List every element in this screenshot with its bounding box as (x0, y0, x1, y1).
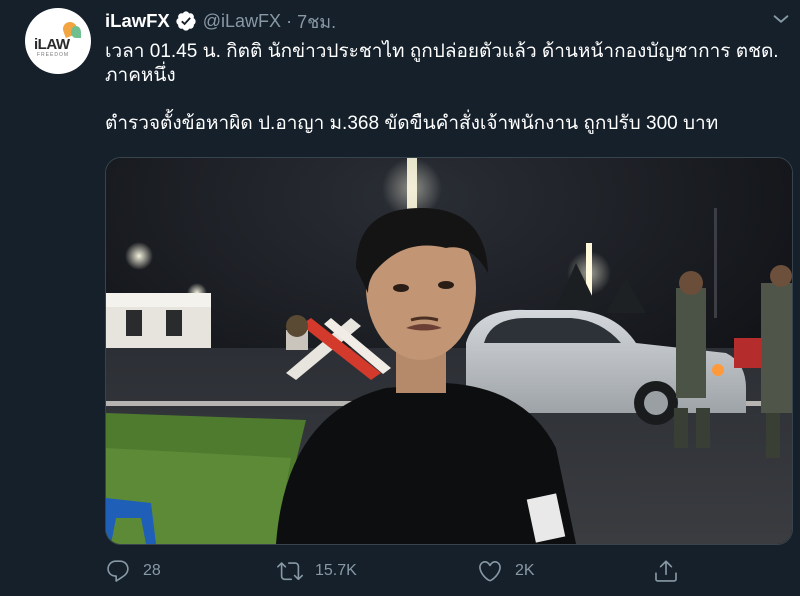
reply-button[interactable]: 28 (105, 556, 161, 586)
retweet-count: 15.7K (315, 562, 357, 579)
retweet-button[interactable]: 15.7K (277, 556, 357, 586)
tweet-actions: 28 15.7K 2K (105, 556, 705, 586)
tweet-timestamp[interactable]: 7ชม. (297, 7, 336, 36)
author-handle[interactable]: @iLawFX (203, 11, 281, 32)
header-separator: · (286, 10, 293, 31)
avatar-logo-subtext: FREEDOM (37, 52, 69, 58)
photo-scene (106, 158, 792, 544)
chevron-down-icon[interactable] (770, 8, 792, 30)
verified-badge-icon (176, 11, 196, 31)
like-count: 2K (515, 562, 535, 579)
share-icon (655, 560, 677, 582)
tweet-photo[interactable] (105, 157, 793, 545)
author-avatar[interactable]: iLAW FREEDOM (25, 8, 91, 74)
tweet[interactable]: iLAW FREEDOM iLawFX @iLawFX · 7ชม. เวลา … (0, 0, 800, 596)
avatar-logo-leaf-2 (71, 26, 81, 38)
reply-icon (107, 560, 129, 582)
retweet-icon (277, 562, 303, 581)
avatar-logo-text: iLAW (34, 36, 70, 53)
tweet-header: iLawFX @iLawFX · 7ชม. (105, 9, 336, 33)
heart-icon (479, 560, 501, 582)
author-display-name[interactable]: iLawFX (105, 10, 170, 32)
reply-count: 28 (143, 562, 161, 579)
like-button[interactable]: 2K (477, 556, 535, 586)
share-button[interactable] (653, 556, 679, 586)
tweet-text: เวลา 01.45 น. กิตติ นักข่าวประชาไท ถูกปล… (105, 41, 779, 134)
